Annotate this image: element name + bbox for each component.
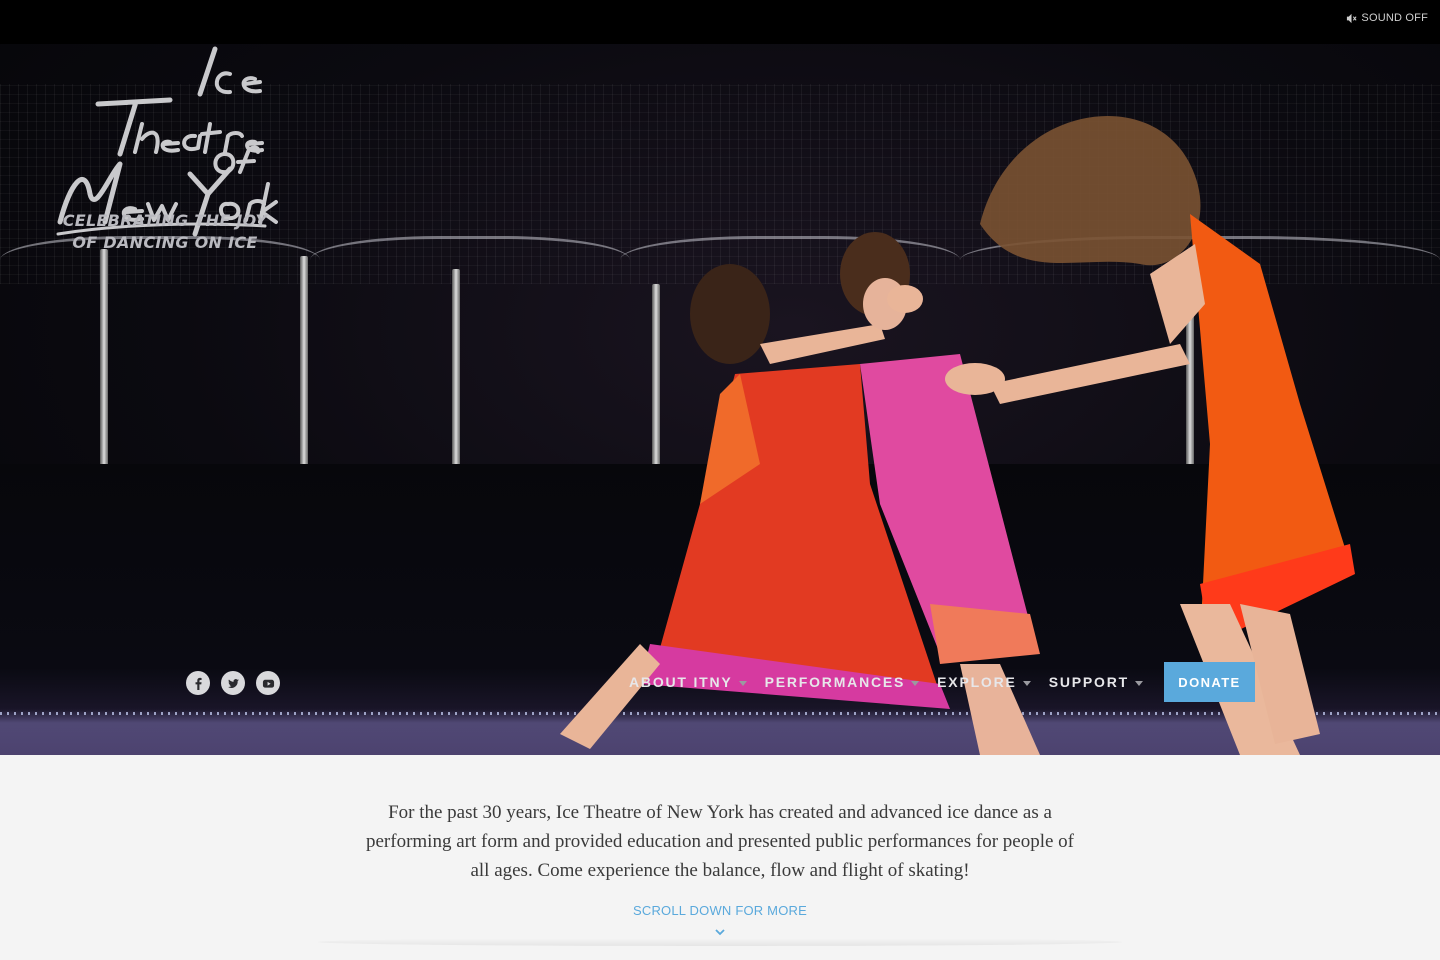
content-card-edge [318, 938, 1122, 946]
tagline-line-1: CELEBRATING THE JOY [62, 211, 268, 230]
social-links [186, 671, 280, 695]
caret-down-icon [738, 680, 747, 686]
nav-performances-label: PERFORMANCES [764, 674, 906, 690]
youtube-link[interactable] [256, 671, 280, 695]
sound-toggle-label: SOUND OFF [1361, 12, 1428, 24]
sound-toggle[interactable]: SOUND OFF [1346, 12, 1428, 24]
main-nav: ABOUT ITNY PERFORMANCES EXPLORE SUPPORT … [620, 662, 1255, 702]
site-tagline: CELEBRATING THE JOY OF DANCING ON ICE [60, 210, 270, 254]
caret-down-icon [911, 680, 920, 686]
twitter-icon [227, 678, 239, 688]
donate-button[interactable]: DONATE [1163, 662, 1255, 702]
nav-support[interactable]: SUPPORT [1040, 662, 1152, 702]
nav-explore-label: EXPLORE [937, 674, 1017, 690]
scroll-down-label: SCROLL DOWN FOR MORE [633, 903, 807, 918]
facebook-icon [195, 677, 202, 690]
youtube-icon [262, 679, 274, 688]
facebook-link[interactable] [186, 671, 210, 695]
chevron-down-icon[interactable] [713, 927, 727, 937]
twitter-link[interactable] [221, 671, 245, 695]
nav-support-label: SUPPORT [1048, 674, 1129, 690]
nav-explore[interactable]: EXPLORE [928, 662, 1040, 702]
caret-down-icon [1022, 680, 1031, 686]
nav-performances[interactable]: PERFORMANCES [756, 662, 929, 702]
scroll-down-link[interactable]: SCROLL DOWN FOR MORE [0, 903, 1440, 918]
nav-about-itny[interactable]: ABOUT ITNY [620, 662, 756, 702]
muted-speaker-icon [1347, 13, 1357, 23]
tagline-line-2: OF DANCING ON ICE [72, 233, 258, 252]
caret-down-icon [1134, 680, 1143, 686]
intro-text: For the past 30 years, Ice Theatre of Ne… [365, 802, 1074, 881]
top-bar: SOUND OFF [0, 0, 1440, 44]
nav-about-label: ABOUT ITNY [629, 674, 733, 690]
